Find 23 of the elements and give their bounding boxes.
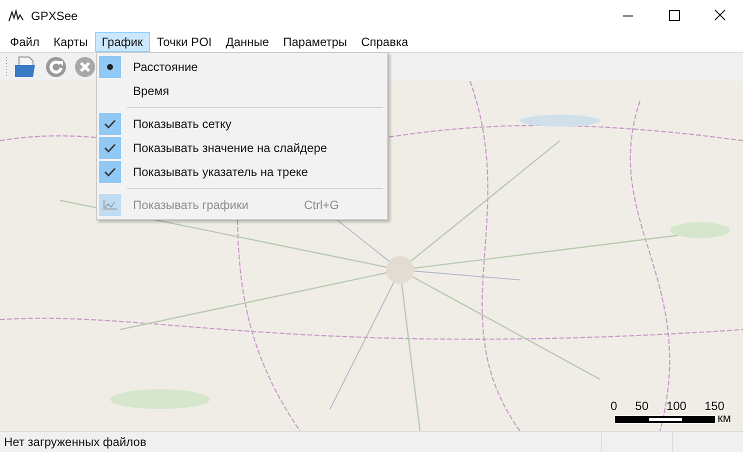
status-text: Нет загруженных файлов xyxy=(3,435,148,449)
window-title: GPXSee xyxy=(31,9,78,23)
scale-label: 100 xyxy=(666,399,686,413)
scale-label: 50 xyxy=(635,399,648,413)
close-file-icon[interactable] xyxy=(73,55,97,79)
menu-item[interactable]: Данные xyxy=(218,32,276,52)
menu-option[interactable]: Показывать указатель на треке xyxy=(97,160,387,184)
menu-item[interactable]: График xyxy=(94,32,150,52)
menu-option[interactable]: Показывать сетку xyxy=(97,112,387,136)
menu-item[interactable]: Файл xyxy=(3,32,47,52)
menu-item[interactable]: Точки POI xyxy=(150,32,219,52)
app-logo-icon xyxy=(8,9,24,23)
menu-item[interactable]: Параметры xyxy=(276,32,354,52)
toolbar-grip-icon xyxy=(5,56,8,78)
menu-option[interactable]: Показывать значение на слайдере xyxy=(97,136,387,160)
chart-icon xyxy=(99,194,121,216)
menu-item[interactable]: Справка xyxy=(354,32,416,52)
scale-unit: км xyxy=(718,413,731,423)
scale-label: 0 xyxy=(610,399,618,413)
scale-label: 150 xyxy=(704,399,724,413)
reload-icon[interactable] xyxy=(44,55,68,79)
menu-item[interactable]: Карты xyxy=(46,32,95,52)
menu-option[interactable]: Время xyxy=(97,79,387,103)
